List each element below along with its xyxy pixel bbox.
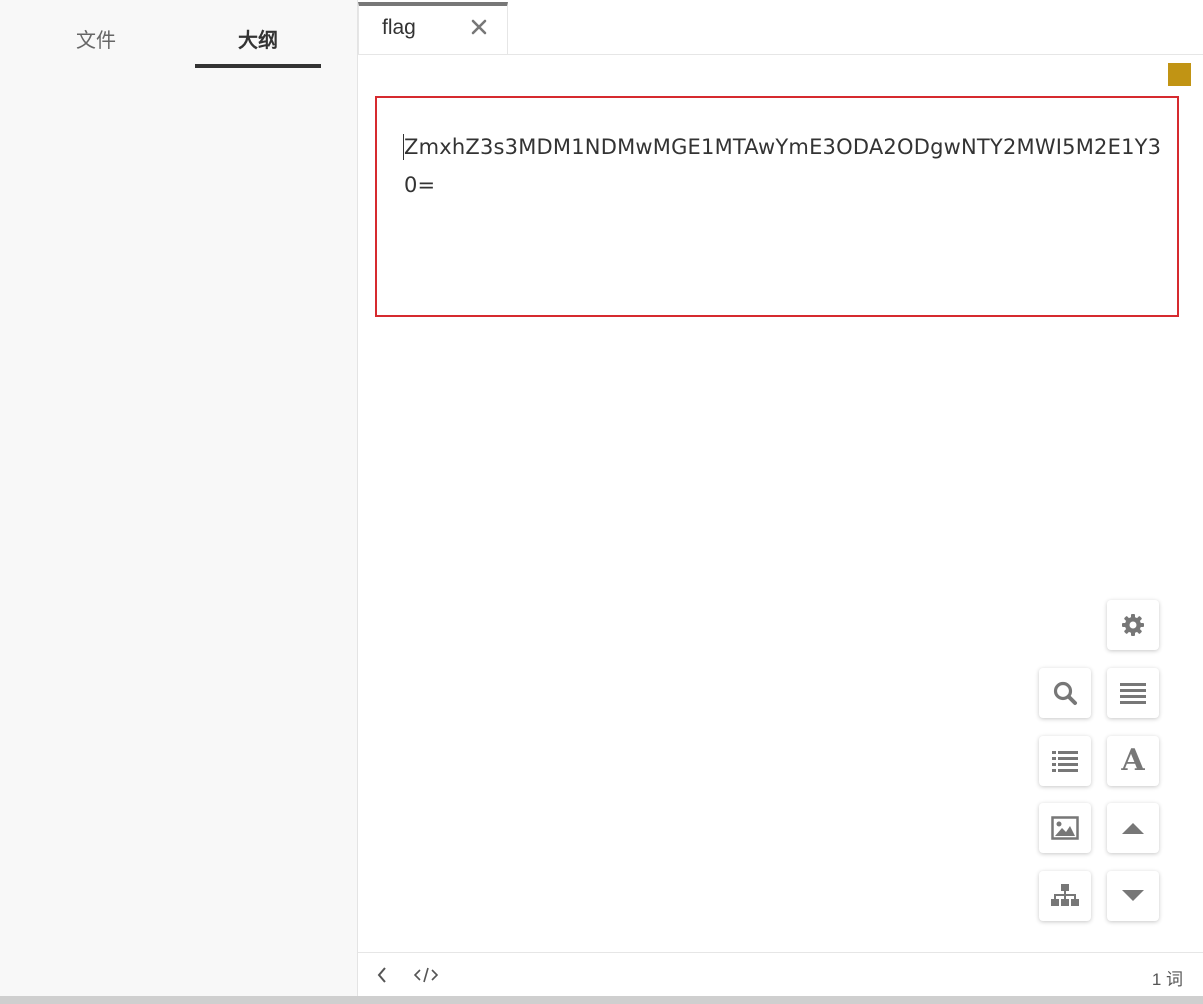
list-button[interactable] <box>1039 736 1091 786</box>
status-bar: 1 词 <box>358 952 1203 997</box>
caret-down-icon <box>1122 890 1144 902</box>
scroll-down-button[interactable] <box>1107 871 1159 921</box>
sidebar: 文件 大纲 <box>0 0 358 996</box>
search-button[interactable] <box>1039 668 1091 718</box>
word-count[interactable]: 1 词 <box>1152 965 1183 990</box>
status-indicator <box>1168 63 1191 86</box>
window-bottom-edge <box>0 996 1203 1004</box>
list-icon <box>1052 750 1078 772</box>
paragraph-button[interactable] <box>1107 668 1159 718</box>
lines-icon <box>1120 682 1146 704</box>
highlighted-editor-area[interactable]: ZmxhZ3s3MDM1NDMwMGE1MTAwYmE3ODA2ODgwNTY2… <box>375 96 1179 317</box>
code-icon[interactable] <box>413 965 439 985</box>
caret-up-icon <box>1122 822 1144 834</box>
tab-files-label: 文件 <box>76 30 116 52</box>
file-tab-flag[interactable]: flag <box>358 2 508 54</box>
tab-outline[interactable]: 大纲 <box>195 26 321 70</box>
image-icon <box>1051 816 1079 840</box>
file-tab-label: flag <box>382 16 416 39</box>
editor-text: ZmxhZ3s3MDM1NDMwMGE1MTAwYmE3ODA2ODgwNTY2… <box>404 135 1162 197</box>
tab-outline-label: 大纲 <box>238 30 278 52</box>
search-icon <box>1052 680 1078 706</box>
settings-button[interactable] <box>1107 600 1159 650</box>
image-button[interactable] <box>1039 803 1091 853</box>
tab-files[interactable]: 文件 <box>33 26 159 70</box>
editor-content[interactable]: ZmxhZ3s3MDM1NDMwMGE1MTAwYmE3ODA2ODgwNTY2… <box>403 128 1164 204</box>
close-icon[interactable] <box>469 17 489 37</box>
text-cursor <box>403 134 404 160</box>
chevron-left-icon[interactable] <box>374 965 390 985</box>
scroll-up-button[interactable] <box>1107 803 1159 853</box>
file-tab-bar: flag <box>358 0 1203 55</box>
editor-pane: flag ZmxhZ3s3MDM1NDMwMGE1MTAwYmE3ODA2ODg… <box>358 0 1203 997</box>
font-icon: A <box>1121 743 1145 778</box>
gear-icon <box>1120 612 1146 638</box>
font-button[interactable]: A <box>1107 736 1159 786</box>
sitemap-icon <box>1051 884 1079 908</box>
structure-button[interactable] <box>1039 871 1091 921</box>
